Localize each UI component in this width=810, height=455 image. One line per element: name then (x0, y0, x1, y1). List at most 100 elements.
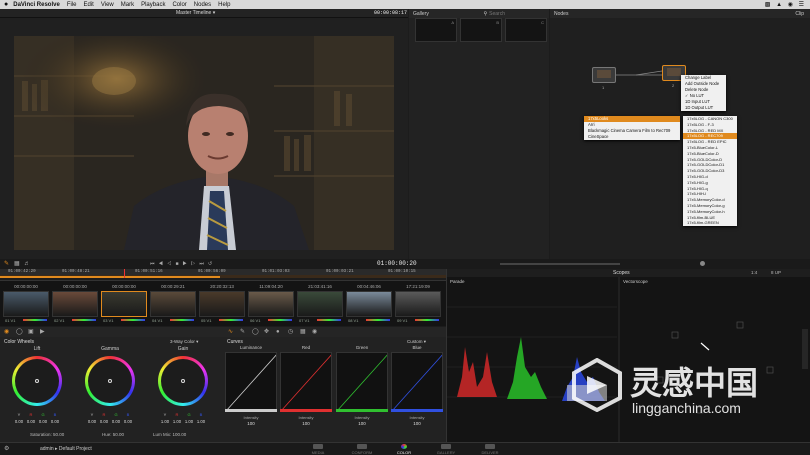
menu-cinespace[interactable]: CineSpace (584, 134, 680, 140)
menu-file[interactable]: File (67, 2, 77, 8)
page-button-gallery[interactable]: GALLERY (426, 444, 466, 455)
play-icon[interactable]: ▶ (182, 261, 190, 267)
gallery-still-b[interactable]: B (460, 18, 502, 42)
menu-edit[interactable]: Edit (84, 2, 94, 8)
hue-value[interactable]: Hue: 50.00 (102, 432, 124, 437)
clip-thumbnail[interactable] (395, 291, 441, 317)
channel-value[interactable]: 1.00 (183, 419, 195, 424)
gallery-panel: Gallery ⚲ Search A B C (409, 9, 549, 259)
sizing-icon[interactable]: ▦ (300, 329, 306, 335)
clip-thumbnail[interactable] (346, 291, 392, 317)
node-1[interactable] (592, 67, 616, 83)
intensity-label: Intensity (409, 415, 425, 420)
channel-value[interactable]: 1.00 (195, 419, 207, 424)
lum-mix-value[interactable]: Lum Mix: 100.00 (153, 432, 186, 437)
gallery-still-a[interactable]: A (415, 18, 457, 42)
channel-value[interactable]: 0.00 (122, 419, 134, 424)
channel-value[interactable]: 0.00 (37, 419, 49, 424)
audio-icon[interactable]: ♬ (24, 261, 30, 267)
timeline-selector[interactable]: Master Timeline ▾ (176, 10, 215, 16)
page-button-color[interactable]: COLOR (384, 444, 424, 455)
wheel-center-handle[interactable] (108, 379, 112, 383)
scopes-zoom[interactable]: 1:4 (751, 270, 757, 275)
loop-icon[interactable]: ↺ (208, 261, 216, 267)
motion-icon[interactable]: ▶ (40, 329, 45, 335)
clip-thumbnail[interactable] (248, 291, 294, 317)
page-button-media[interactable]: MEDIA (298, 444, 338, 455)
view-options-icon[interactable]: ▦ (14, 261, 20, 267)
wheel-center-handle[interactable] (181, 379, 185, 383)
page-button-deliver[interactable]: DELIVER (470, 444, 510, 455)
page-label: GALLERY (436, 450, 456, 455)
settings-icon[interactable]: ⚙ (4, 446, 9, 452)
playhead[interactable] (124, 269, 125, 278)
user-project[interactable]: admin ▸ Default Project (40, 446, 92, 452)
camera-raw-icon[interactable]: ◉ (4, 329, 9, 335)
clip-thumbnail[interactable] (101, 291, 147, 317)
scopes-side-buttons[interactable] (802, 329, 808, 369)
curves-tool-icon[interactable]: ∿ (228, 329, 233, 335)
step-back-icon[interactable]: ◀ (159, 261, 167, 267)
curve-editor-red[interactable] (280, 352, 332, 410)
intensity-value[interactable]: 100 (225, 421, 277, 426)
menu-playback[interactable]: Playback (141, 2, 165, 8)
curve-editor-green[interactable] (336, 352, 388, 410)
scopes-scale-select[interactable]: 8 UP (771, 270, 781, 275)
menu-help[interactable]: Help (218, 2, 230, 8)
wheel-mode-label: 3-Way Color (170, 339, 195, 344)
menu-view[interactable]: View (101, 2, 114, 8)
color-match-icon[interactable]: ◯ (16, 329, 23, 335)
apple-icon[interactable]: ● (4, 1, 8, 8)
lut-item[interactable]: 17x5-film-GREEN (683, 220, 737, 226)
channel-value[interactable]: 0.00 (25, 419, 37, 424)
tracker-icon[interactable]: ✥ (264, 329, 269, 335)
intensity-value[interactable]: 100 (336, 421, 388, 426)
lut-item[interactable]: 17x5LOG - CANON C300 (683, 116, 737, 122)
zoom-slider[interactable] (500, 263, 620, 265)
search-icon[interactable]: ⚲ (483, 11, 487, 17)
gallery-still-c[interactable]: C (505, 18, 547, 42)
channel-value[interactable]: 0.00 (86, 419, 98, 424)
clip-thumbnail[interactable] (297, 291, 343, 317)
skip-back-icon[interactable]: ⏮ (150, 261, 159, 267)
page-button-conform[interactable]: CONFORM (342, 444, 382, 455)
3d-icon[interactable]: ◉ (312, 329, 317, 335)
gallery-search-input[interactable]: Search (489, 11, 505, 17)
channel-value[interactable]: 0.00 (49, 419, 61, 424)
clip-thumbnail[interactable] (150, 291, 196, 317)
channel-value[interactable]: 1.00 (171, 419, 183, 424)
curve-editor-blue[interactable] (391, 352, 443, 410)
channel-value[interactable]: 0.00 (13, 419, 25, 424)
blur-icon[interactable]: ● (276, 329, 280, 335)
wheel-mode-select[interactable]: 3-Way Color ▾ (170, 339, 198, 345)
zoom-slider-handle[interactable] (700, 261, 705, 266)
skip-fwd-icon[interactable]: ⏭ (199, 261, 208, 267)
clip-label: 04 V1 (152, 318, 163, 323)
curve-editor-luminance[interactable] (225, 352, 277, 410)
clip-thumbnail[interactable] (199, 291, 245, 317)
watermark: 灵感中国 lingganchina.com (570, 358, 790, 428)
clip-timecode: 17:21:19:09 (406, 284, 430, 289)
channel-value[interactable]: 0.00 (110, 419, 122, 424)
intensity-value[interactable]: 100 (391, 421, 443, 426)
intensity-value[interactable]: 100 (280, 421, 332, 426)
qualifier-icon[interactable]: ✎ (240, 329, 245, 335)
clip-label: 07 V1 (299, 318, 310, 323)
app-menu[interactable]: DaVinci Resolve (13, 2, 60, 8)
channel-value[interactable]: 1.00 (159, 419, 171, 424)
menu-1d-output-lut[interactable]: 1D Output LUT (681, 105, 726, 111)
clip-thumbnail[interactable] (3, 291, 49, 317)
window-icon[interactable]: ◯ (252, 329, 259, 335)
rgb-mixer-icon[interactable]: ▣ (28, 329, 34, 335)
menu-nodes[interactable]: Nodes (194, 2, 211, 8)
saturation-value[interactable]: Saturation: 50.00 (30, 432, 64, 437)
wheel-center-handle[interactable] (35, 379, 39, 383)
channel-value[interactable]: 0.00 (98, 419, 110, 424)
ruler-tick-label: 01:00:51:16 (135, 270, 163, 274)
menu-color[interactable]: Color (172, 2, 186, 8)
wand-icon[interactable]: ✎ (4, 261, 9, 267)
menu-mark[interactable]: Mark (121, 2, 134, 8)
key-icon[interactable]: ◷ (288, 329, 293, 335)
clip-thumbnail[interactable] (52, 291, 98, 317)
still-label: A (451, 20, 454, 25)
